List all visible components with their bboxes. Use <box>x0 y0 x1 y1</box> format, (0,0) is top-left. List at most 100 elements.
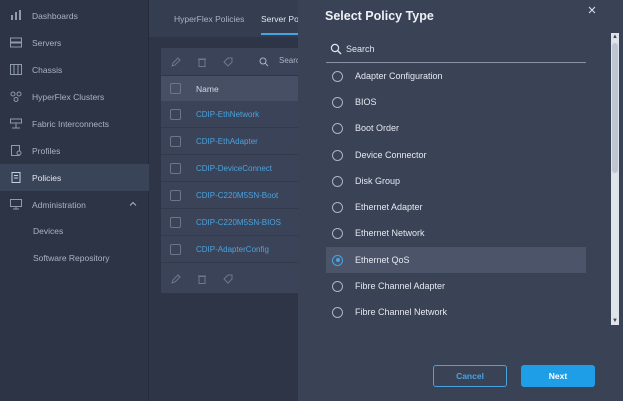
policy-icon <box>10 172 22 183</box>
policies-table: Searc Name CDIP-EthNetwork CDIP-EthAdapt… <box>161 48 301 293</box>
policy-link[interactable]: CDIP-AdapterConfig <box>196 245 269 254</box>
radio-button[interactable] <box>332 70 343 82</box>
sidebar-item-administration[interactable]: Administration <box>0 191 149 218</box>
sidebar-item-label: Chassis <box>32 64 63 75</box>
delete-icon[interactable] <box>197 57 207 67</box>
table-row[interactable]: CDIP-C220M5SN-BIOS <box>161 209 301 236</box>
sidebar-item-label: Dashboards <box>32 10 78 21</box>
select-policy-type-dialog: Select Policy Type Adapter Configuration… <box>298 0 623 401</box>
search-icon[interactable] <box>259 57 269 67</box>
chevron-up-icon[interactable] <box>129 200 137 208</box>
dashboard-icon <box>10 10 22 21</box>
sidebar-item-label: Administration <box>32 199 86 210</box>
tab-server-policies[interactable]: Server Poli <box>261 14 303 24</box>
policy-option-device-connector[interactable]: Device Connector <box>326 142 586 168</box>
table-row[interactable]: CDIP-EthAdapter <box>161 128 301 155</box>
sidebar-item-profiles[interactable]: Profiles <box>0 137 149 164</box>
tab-hyperflex-policies[interactable]: HyperFlex Policies <box>174 14 244 24</box>
scrollbar-thumb[interactable] <box>612 43 618 173</box>
sidebar-item-label: Fabric Interconnects <box>32 118 110 129</box>
radio-button[interactable] <box>332 175 343 187</box>
options-scrollbar[interactable]: ▲ ▼ <box>611 33 619 325</box>
radio-button[interactable] <box>332 149 343 161</box>
radio-button[interactable] <box>332 201 343 213</box>
admin-icon <box>10 199 22 210</box>
delete-icon[interactable] <box>197 274 207 284</box>
option-label: Ethernet Network <box>355 228 425 238</box>
radio-button[interactable] <box>332 122 343 134</box>
option-label: Boot Order <box>355 123 400 133</box>
table-header: Name <box>161 76 301 101</box>
select-all-checkbox[interactable] <box>170 83 181 94</box>
sidebar-item-fabric-interconnects[interactable]: Fabric Interconnects <box>0 110 149 137</box>
policy-link[interactable]: CDIP-DeviceConnect <box>196 164 272 173</box>
policy-link[interactable]: CDIP-C220M5SN-Boot <box>196 191 278 200</box>
policy-option-bios[interactable]: BIOS <box>326 89 586 115</box>
table-row[interactable]: CDIP-AdapterConfig <box>161 236 301 263</box>
sidebar-item-label: HyperFlex Clusters <box>32 91 105 102</box>
chassis-icon <box>10 64 22 75</box>
policy-option-ethernet-qos[interactable]: Ethernet QoS <box>326 247 586 273</box>
column-header-name[interactable]: Name <box>196 84 219 94</box>
sidebar-item-hyperflex-clusters[interactable]: HyperFlex Clusters <box>0 83 149 110</box>
row-checkbox[interactable] <box>170 217 181 228</box>
row-checkbox[interactable] <box>170 163 181 174</box>
sidebar-item-label: Profiles <box>32 145 61 156</box>
policy-link[interactable]: CDIP-EthNetwork <box>196 110 259 119</box>
sidebar-item-servers[interactable]: Servers <box>0 29 149 56</box>
table-row[interactable]: CDIP-DeviceConnect <box>161 155 301 182</box>
policy-option-ethernet-network[interactable]: Ethernet Network <box>326 220 586 246</box>
active-tab-indicator <box>261 33 301 35</box>
radio-button-selected[interactable] <box>332 254 343 266</box>
radio-button[interactable] <box>332 96 343 108</box>
dialog-title: Select Policy Type <box>325 9 434 23</box>
sidebar-item-dashboards[interactable]: Dashboards <box>0 2 149 29</box>
option-label: Ethernet Adapter <box>355 202 423 212</box>
cancel-button[interactable]: Cancel <box>433 365 507 387</box>
policy-option-fibre-channel-adapter[interactable]: Fibre Channel Adapter <box>326 273 586 299</box>
row-checkbox[interactable] <box>170 136 181 147</box>
option-label: Disk Group <box>355 176 401 186</box>
tag-icon[interactable] <box>223 274 233 284</box>
policy-search-input[interactable] <box>346 42 566 56</box>
row-checkbox[interactable] <box>170 190 181 201</box>
row-checkbox[interactable] <box>170 109 181 120</box>
sidebar-item-label: Policies <box>32 172 62 183</box>
next-button[interactable]: Next <box>521 365 595 387</box>
policy-option-fibre-channel-network[interactable]: Fibre Channel Network <box>326 299 586 325</box>
sidebar-subitem-software-repository[interactable]: Software Repository <box>33 244 110 271</box>
close-icon[interactable] <box>587 5 597 15</box>
fabric-icon <box>10 118 22 129</box>
policy-link[interactable]: CDIP-EthAdapter <box>196 137 258 146</box>
option-label: Adapter Configuration <box>355 71 443 81</box>
policy-link[interactable]: CDIP-C220M5SN-BIOS <box>196 218 281 227</box>
sidebar-item-policies[interactable]: Policies <box>0 164 149 191</box>
table-toolbar: Searc <box>161 48 301 76</box>
policy-option-disk-group[interactable]: Disk Group <box>326 168 586 194</box>
policy-option-boot-order[interactable]: Boot Order <box>326 115 586 141</box>
row-checkbox[interactable] <box>170 244 181 255</box>
radio-button[interactable] <box>332 280 343 292</box>
scroll-down-arrow-icon[interactable]: ▼ <box>611 317 619 325</box>
edit-icon[interactable] <box>171 57 181 67</box>
table-row[interactable]: CDIP-C220M5SN-Boot <box>161 182 301 209</box>
sidebar-subitem-devices[interactable]: Devices <box>33 217 63 244</box>
table-search-label[interactable]: Searc <box>279 56 300 65</box>
option-label: Fibre Channel Adapter <box>355 281 446 291</box>
server-icon <box>10 37 22 48</box>
option-label: Device Connector <box>355 150 427 160</box>
tag-icon[interactable] <box>223 57 233 67</box>
edit-icon[interactable] <box>171 274 181 284</box>
policy-option-ethernet-adapter[interactable]: Ethernet Adapter <box>326 194 586 220</box>
option-label: BIOS <box>355 97 377 107</box>
radio-button[interactable] <box>332 306 343 318</box>
table-footer-toolbar <box>161 265 301 293</box>
sidebar-item-chassis[interactable]: Chassis <box>0 56 149 83</box>
radio-button[interactable] <box>332 227 343 239</box>
sidebar: Dashboards Servers Chassis HyperFlex Clu… <box>0 0 149 401</box>
scroll-up-arrow-icon[interactable]: ▲ <box>611 33 619 41</box>
table-row[interactable]: CDIP-EthNetwork <box>161 101 301 128</box>
option-label: Ethernet QoS <box>355 255 410 265</box>
policy-option-adapter-configuration[interactable]: Adapter Configuration <box>326 63 586 89</box>
policy-search-box <box>326 36 586 63</box>
